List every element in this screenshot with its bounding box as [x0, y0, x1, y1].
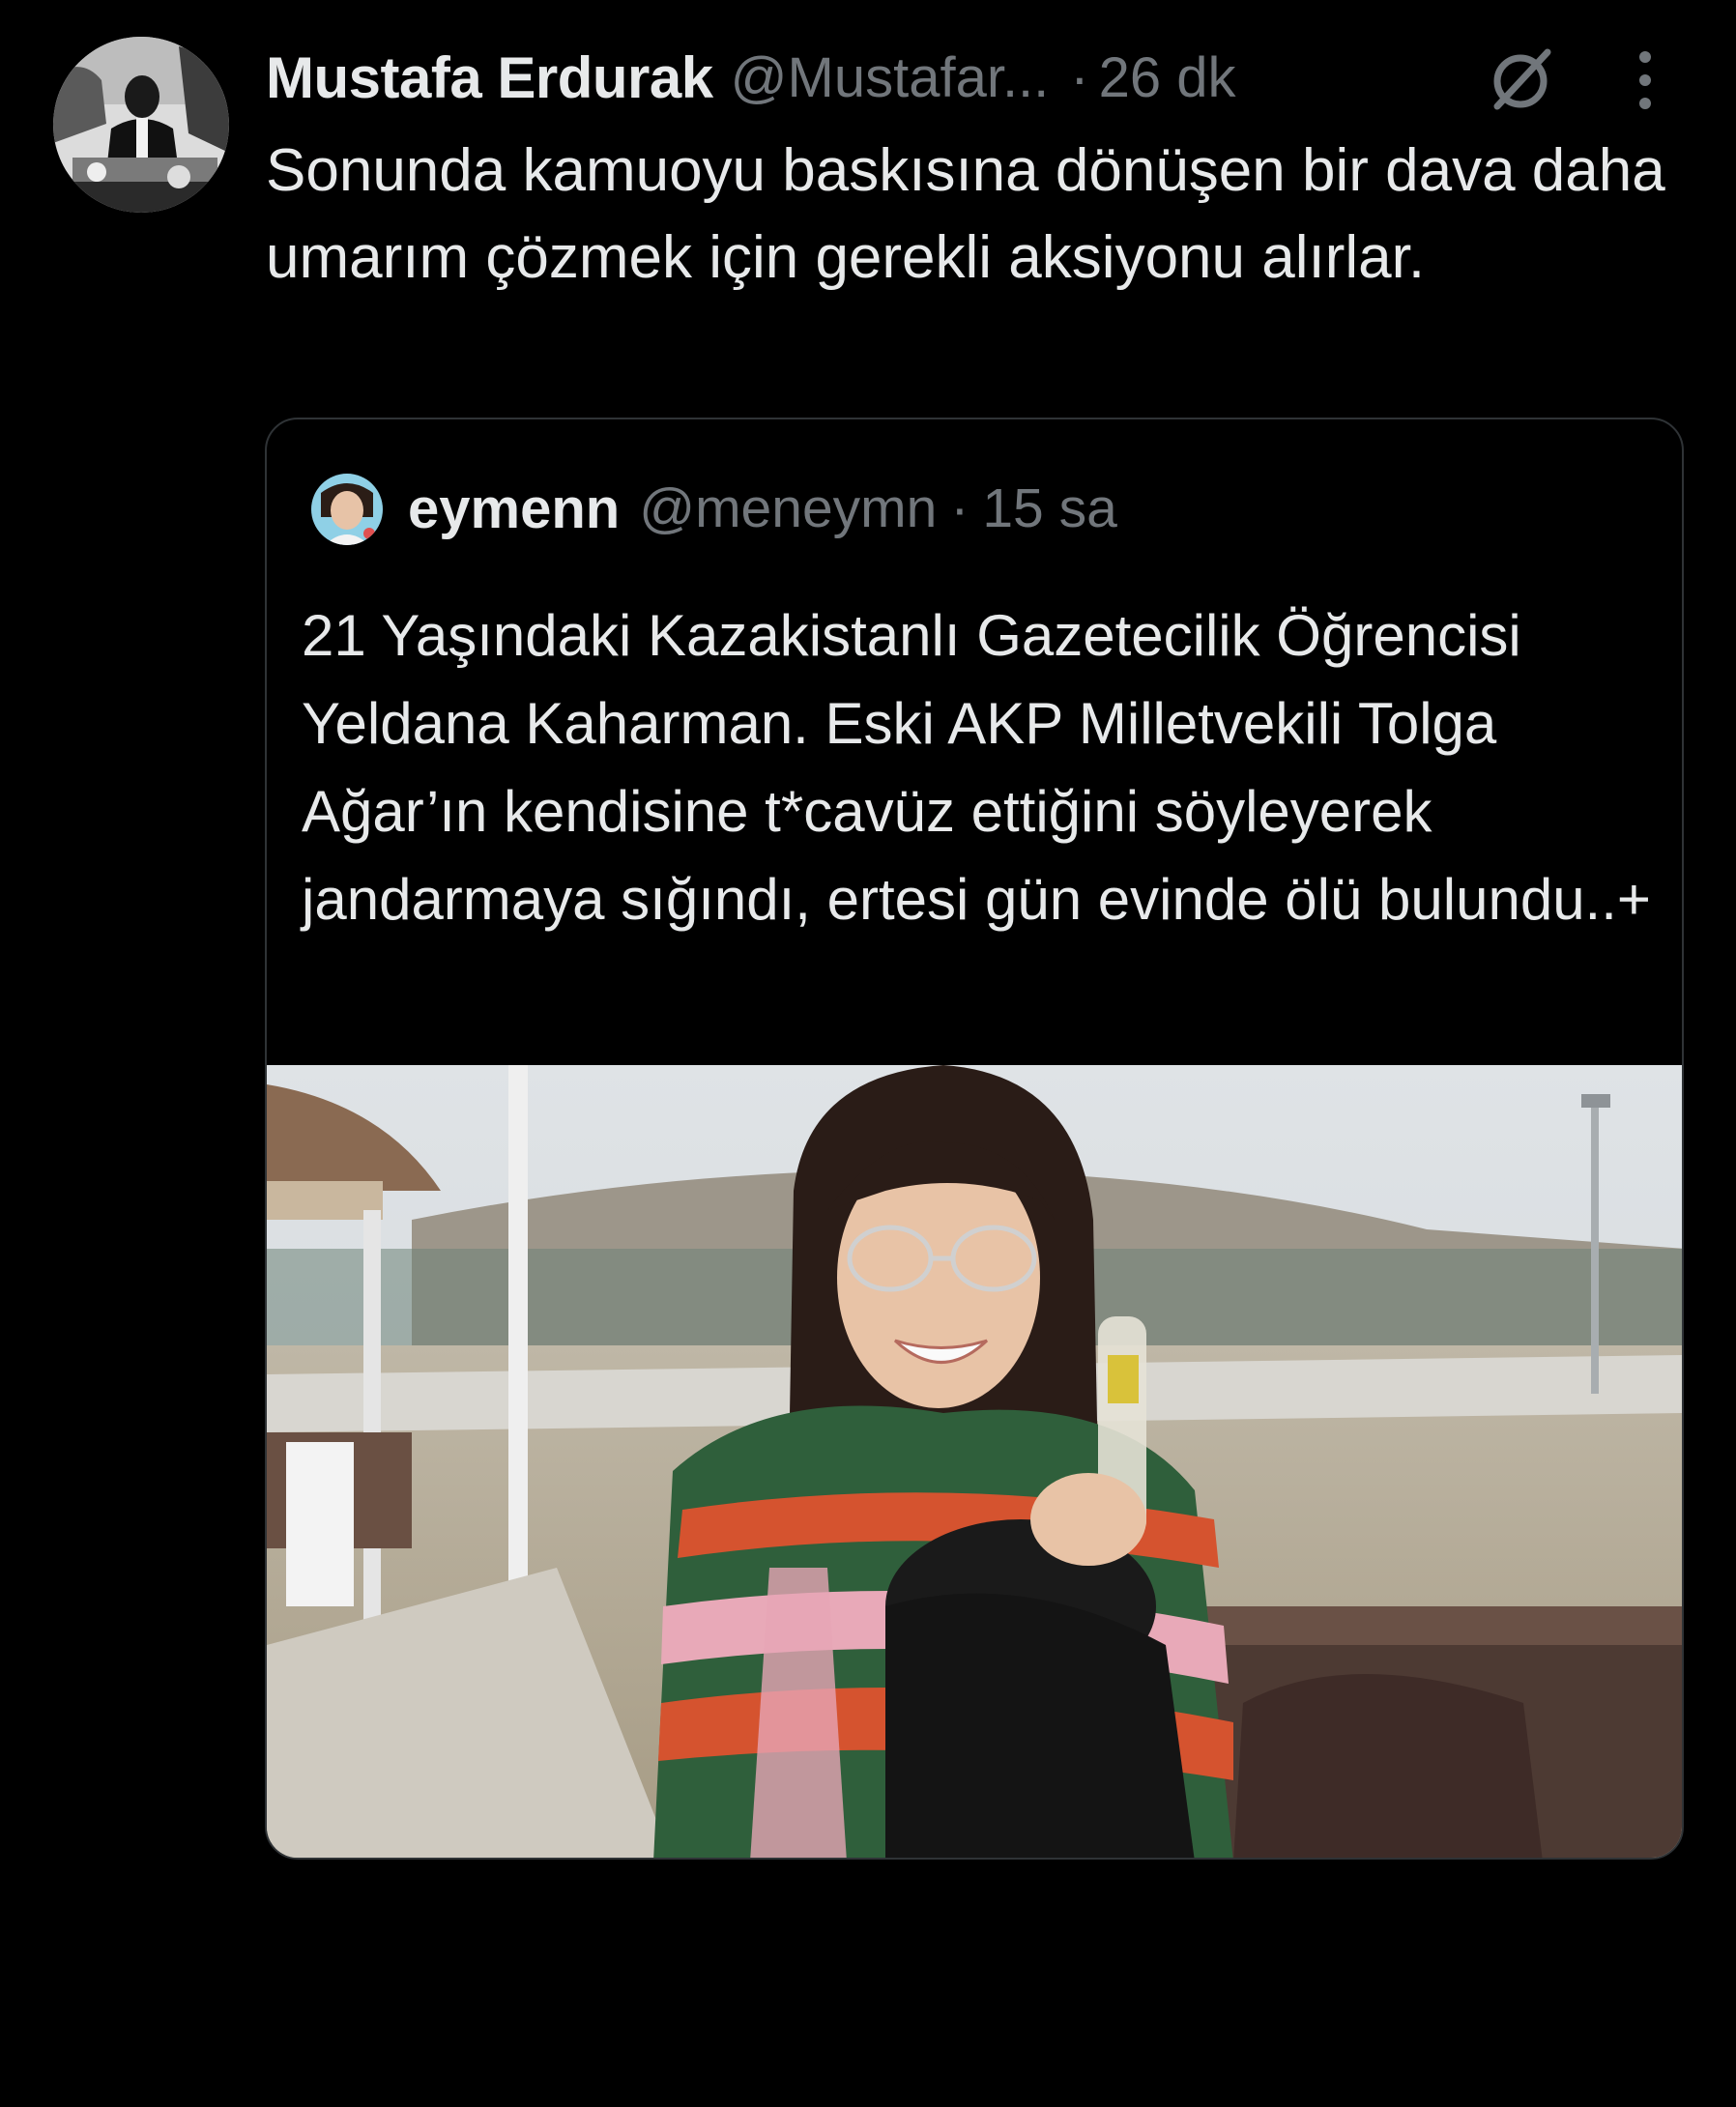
- quoted-author-display-name[interactable]: eymenn: [408, 476, 620, 541]
- author-handle[interactable]: @Mustafar...: [731, 45, 1050, 110]
- tweet-header: Mustafa Erdurak @Mustafar... · 26 dk: [266, 39, 1236, 116]
- tweet-text: Sonunda kamuoyu baskısına dönüşen bir da…: [266, 137, 1665, 291]
- quoted-separator-dot: ·: [950, 477, 969, 539]
- quoted-tweet-header: eymenn @meneymn · 15 sa: [408, 470, 1117, 547]
- quoted-author-handle[interactable]: @meneymn: [639, 476, 937, 540]
- quoted-author-avatar[interactable]: [311, 474, 383, 545]
- quoted-tweet-text: 21 Yaşındaki Kazakistanlı Gazetecilik Öğ…: [302, 603, 1651, 932]
- separator-dot: ·: [1070, 45, 1089, 109]
- quoted-tweet-card[interactable]: eymenn @meneymn · 15 sa 21 Yaşındaki Kaz…: [265, 418, 1684, 1860]
- more-vertical-icon[interactable]: [1626, 48, 1664, 112]
- quoted-tweet-photo[interactable]: [267, 1065, 1682, 1858]
- quoted-avatar-image: [311, 474, 383, 545]
- author-display-name[interactable]: Mustafa Erdurak: [266, 44, 713, 111]
- tweet[interactable]: Mustafa Erdurak @Mustafar... · 26 dk Son…: [0, 0, 1736, 2107]
- photo-image: [267, 1065, 1682, 1858]
- avatar-image: [53, 37, 229, 213]
- tweet-timestamp[interactable]: 26 dk: [1099, 45, 1236, 110]
- quoted-tweet-timestamp[interactable]: 15 sa: [982, 476, 1116, 540]
- author-avatar[interactable]: [53, 37, 229, 213]
- grok-icon[interactable]: [1484, 41, 1561, 118]
